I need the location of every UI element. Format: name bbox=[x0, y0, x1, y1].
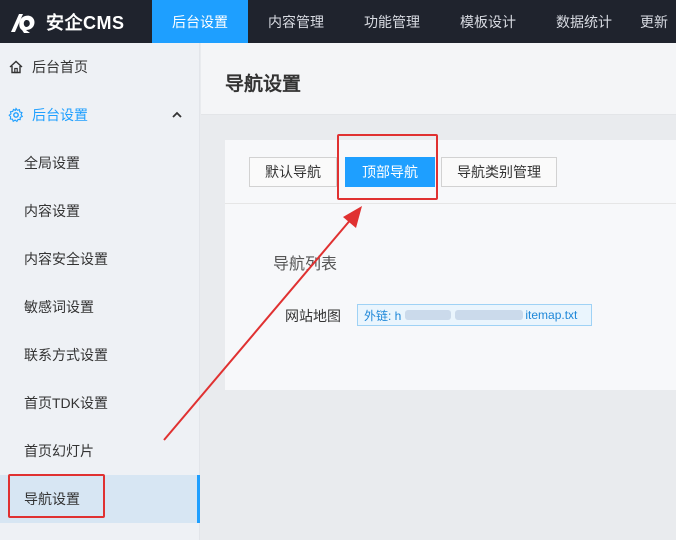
anqi-logo-icon bbox=[11, 13, 35, 33]
sidebar-item-home-tdk[interactable]: 首页TDK设置 bbox=[0, 379, 199, 427]
redacted-text bbox=[455, 310, 524, 320]
sidebar-group-backend-settings[interactable]: 后台设置 bbox=[0, 91, 199, 139]
topnav-template-design[interactable]: 模板设计 bbox=[440, 0, 536, 43]
sidebar-item-label: 首页幻灯片 bbox=[24, 443, 94, 459]
tab-nav-category-management[interactable]: 导航类别管理 bbox=[441, 157, 557, 187]
sidebar-item-content-settings[interactable]: 内容设置 bbox=[0, 187, 199, 235]
sidebar-item-contact-settings[interactable]: 联系方式设置 bbox=[0, 331, 199, 379]
external-link-tag[interactable]: 外链: h itemap.txt bbox=[357, 304, 592, 326]
topnav-statistics[interactable]: 数据统计 bbox=[536, 0, 632, 43]
sidebar-item-label: 内容安全设置 bbox=[24, 251, 108, 267]
link-prefix: 外链: h bbox=[364, 308, 402, 323]
sidebar-item-label: 后台首页 bbox=[32, 59, 88, 75]
top-nav: 后台设置 内容管理 功能管理 模板设计 数据统计 更新 bbox=[152, 0, 676, 43]
page-title: 导航设置 bbox=[225, 74, 302, 95]
brand-name: 安企CMS bbox=[46, 12, 125, 33]
sidebar-item-sensitive-words[interactable]: 敏感词设置 bbox=[0, 283, 199, 331]
tab-bar: 默认导航 顶部导航 导航类别管理 bbox=[225, 140, 676, 204]
gear-icon bbox=[8, 107, 24, 123]
sidebar-item-label: 全局设置 bbox=[24, 155, 80, 171]
link-suffix: itemap.txt bbox=[525, 308, 578, 322]
chevron-up-icon[interactable] bbox=[171, 109, 183, 121]
topnav-content-management[interactable]: 内容管理 bbox=[248, 0, 344, 43]
main-content: 导航设置 默认导航 顶部导航 导航类别管理 导航列表 网站地图 外链: h it… bbox=[201, 43, 676, 540]
sidebar-item-home-slides[interactable]: 首页幻灯片 bbox=[0, 427, 199, 475]
annotation-box-top-nav bbox=[337, 134, 438, 200]
brand[interactable]: 安企CMS bbox=[0, 0, 152, 43]
sidebar: 后台首页 后台设置 全局设置 内容设置 内容安全设置 敏感词设置 联系方式设置 … bbox=[0, 43, 200, 540]
sidebar-item-label: 首页TDK设置 bbox=[24, 395, 108, 411]
nav-settings-card: 默认导航 顶部导航 导航类别管理 导航列表 网站地图 外链: h itemap.… bbox=[225, 140, 676, 390]
topnav-function-management[interactable]: 功能管理 bbox=[344, 0, 440, 43]
tab-default-nav[interactable]: 默认导航 bbox=[249, 157, 337, 187]
home-icon bbox=[8, 59, 24, 75]
sidebar-item-label: 内容设置 bbox=[24, 203, 80, 219]
topnav-update[interactable]: 更新 bbox=[632, 0, 676, 43]
top-bar: 安企CMS 后台设置 内容管理 功能管理 模板设计 数据统计 更新 bbox=[0, 0, 676, 43]
redacted-text bbox=[405, 310, 452, 320]
sidebar-item-content-security[interactable]: 内容安全设置 bbox=[0, 235, 199, 283]
sidebar-item-label: 敏感词设置 bbox=[24, 299, 94, 315]
annotation-box-nav-settings bbox=[8, 474, 105, 518]
page-header: 导航设置 bbox=[201, 43, 676, 115]
sidebar-group-label: 后台设置 bbox=[32, 107, 88, 123]
sidebar-item-label: 联系方式设置 bbox=[24, 347, 108, 363]
sidebar-item-global-settings[interactable]: 全局设置 bbox=[0, 139, 199, 187]
topnav-backend-settings[interactable]: 后台设置 bbox=[152, 0, 248, 43]
section-title: 导航列表 bbox=[273, 256, 338, 273]
nav-item-name: 网站地图 bbox=[285, 308, 341, 324]
sidebar-item-home[interactable]: 后台首页 bbox=[0, 43, 199, 91]
